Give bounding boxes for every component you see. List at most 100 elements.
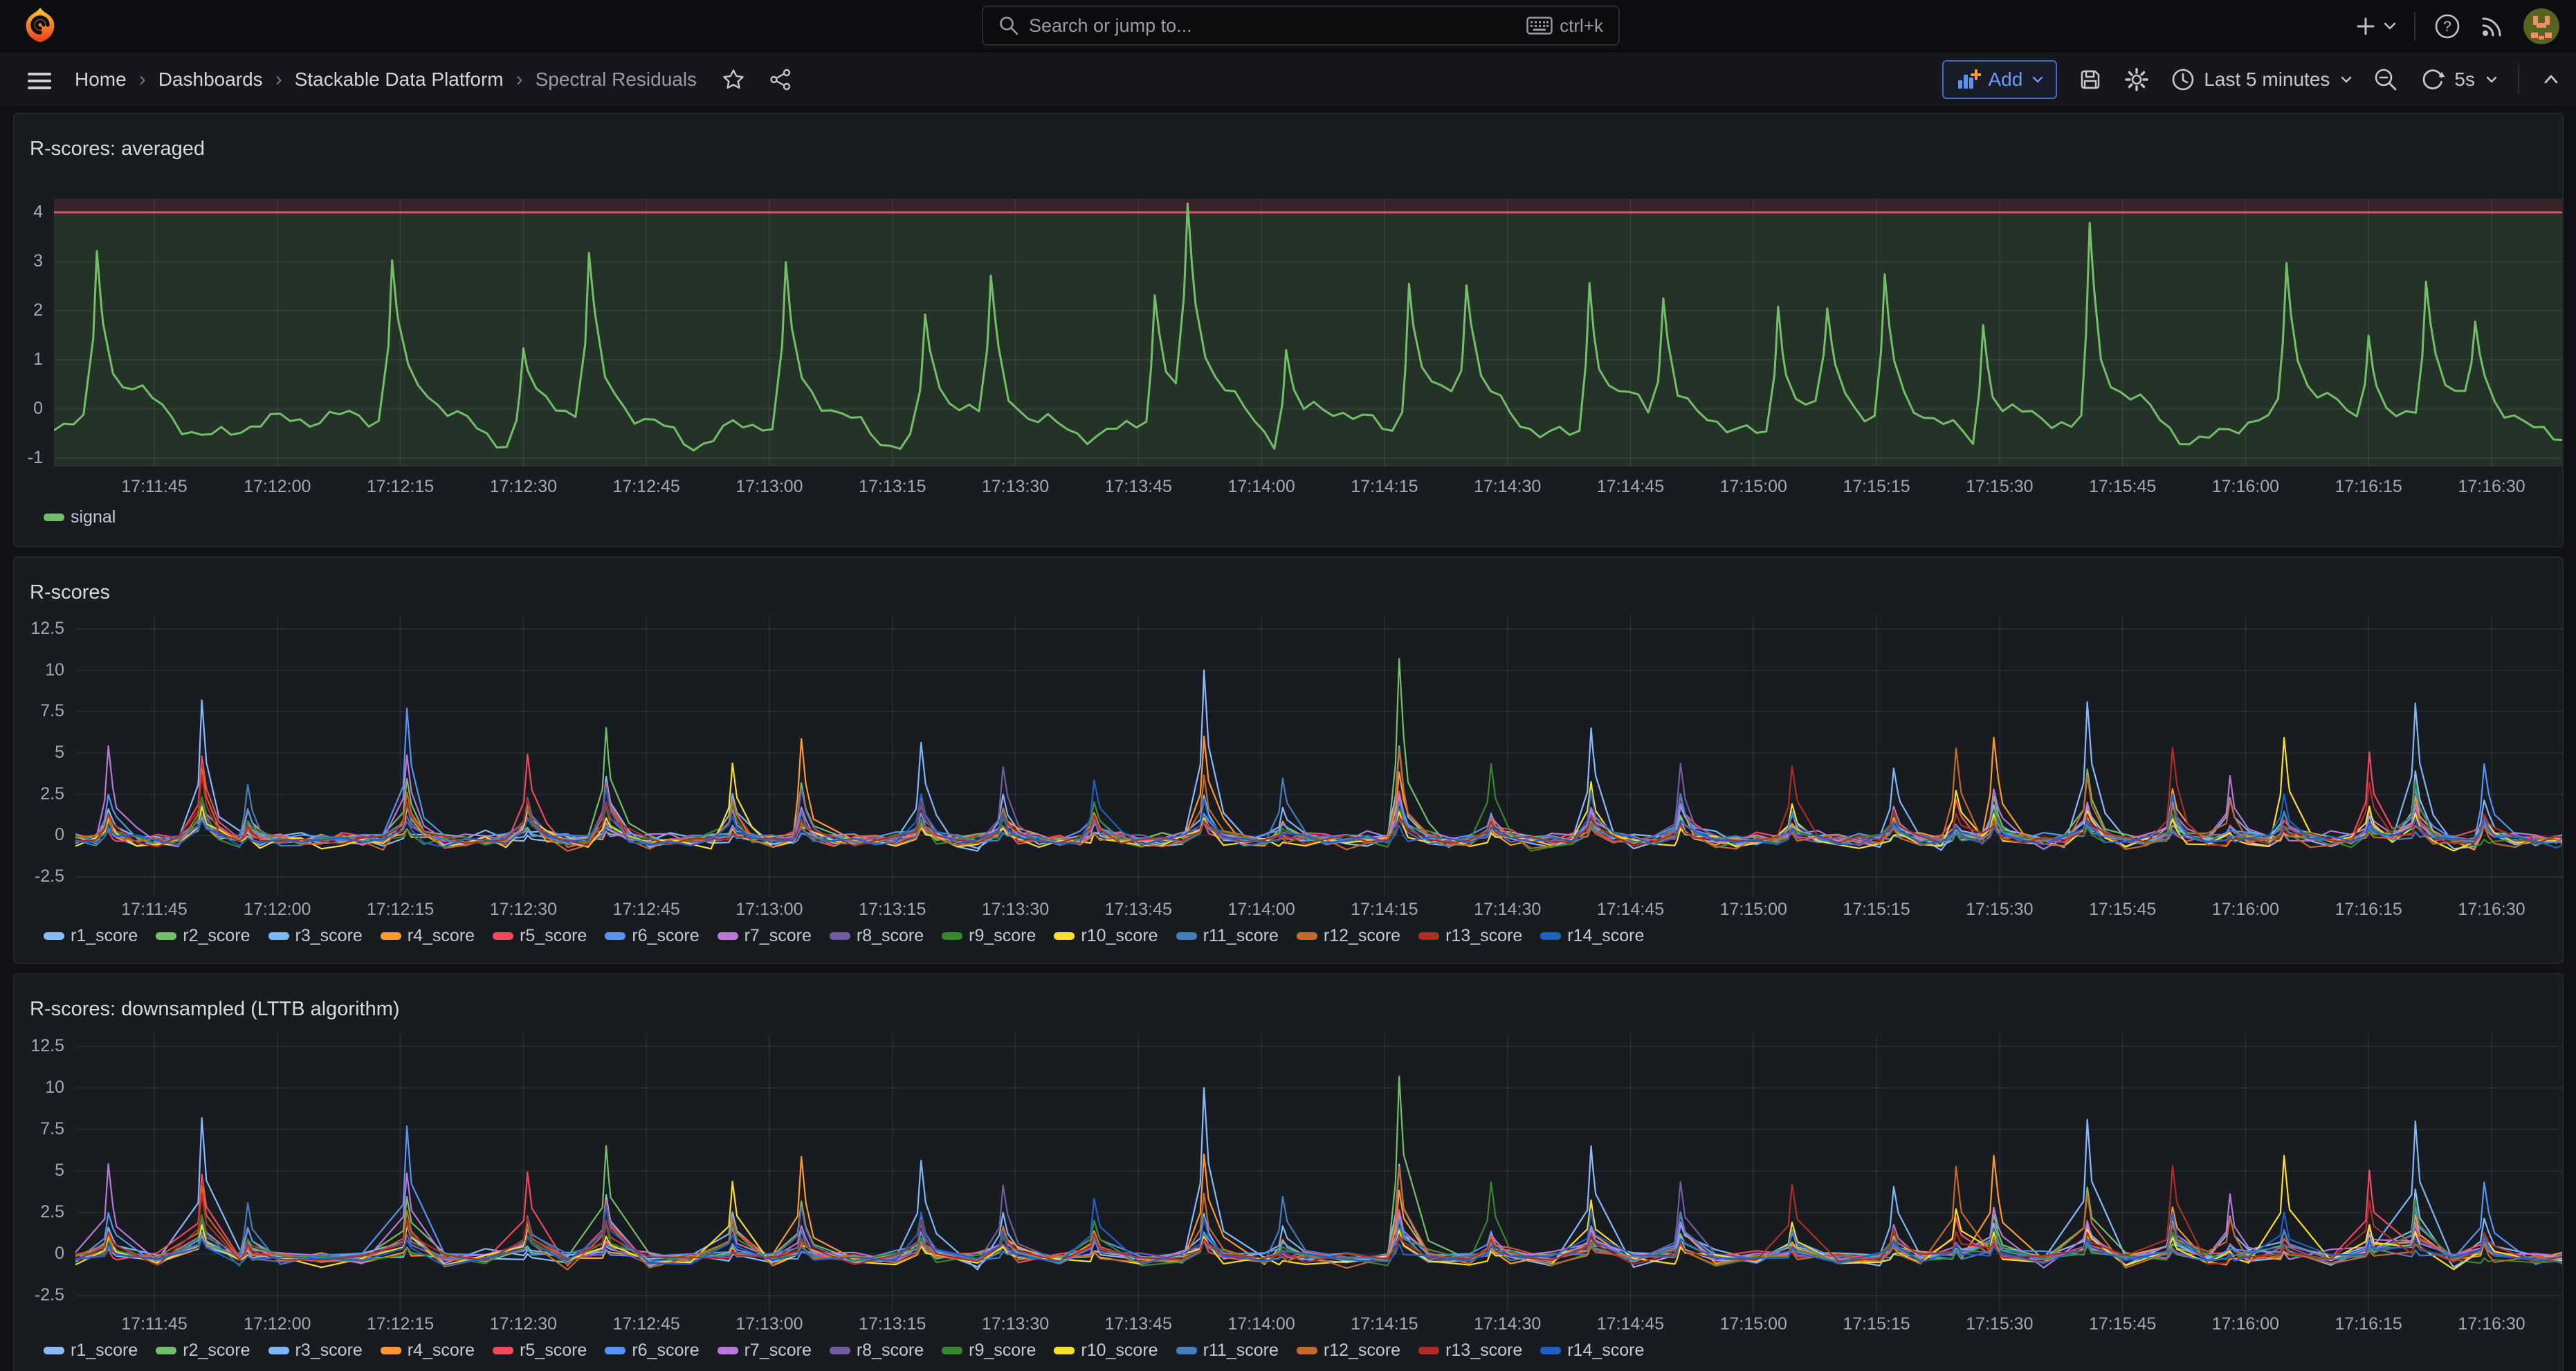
legend-label: r1_score (71, 926, 138, 946)
add-button[interactable]: Add (1942, 60, 2057, 99)
x-axis-tick-label: 17:15:00 (1695, 900, 1812, 920)
search-icon (998, 15, 1019, 36)
news-button[interactable] (2479, 13, 2505, 39)
legend-swatch (830, 932, 850, 940)
x-axis-tick-label: 17:14:30 (1449, 1314, 1566, 1334)
help-icon: ? (2433, 12, 2461, 40)
legend-item-r2_score[interactable]: r2_score (156, 926, 250, 946)
legend-item-r9_score[interactable]: r9_score (942, 1341, 1036, 1361)
legend-label: r8_score (857, 1341, 924, 1361)
legend-item-r13_score[interactable]: r13_score (1418, 926, 1522, 946)
legend-label: r11_score (1203, 1341, 1279, 1361)
y-axis-tick-label: 10 (15, 660, 64, 680)
x-axis-tick-label: 17:11:45 (95, 1314, 213, 1334)
dashboard-toolbar: Home Dashboards Stackable Data Platform … (0, 52, 2576, 107)
grafana-dashboard: { "topbar": { "search": { "placeholder":… (0, 0, 2576, 1371)
legend-item-r7_score[interactable]: r7_score (718, 926, 812, 946)
y-axis-tick-label: 1 (15, 349, 43, 370)
collapse-toolbar-button[interactable] (2540, 69, 2562, 91)
threshold-region-above (54, 199, 2564, 212)
caret-down-icon (2486, 76, 2497, 83)
legend-item-r14_score[interactable]: r14_score (1540, 926, 1644, 946)
panel-chart[interactable] (15, 974, 2564, 1371)
save-dashboard-button[interactable] (2078, 67, 2103, 92)
legend-item-r11_score[interactable]: r11_score (1176, 926, 1279, 946)
legend-item-r5_score[interactable]: r5_score (493, 926, 587, 946)
legend-swatch (156, 932, 176, 940)
help-button[interactable]: ? (2433, 12, 2461, 40)
legend-swatch (1297, 932, 1317, 940)
legend-item-r5_score[interactable]: r5_score (493, 1341, 587, 1361)
y-axis-tick-label: 12.5 (15, 619, 64, 639)
x-axis-tick-label: 17:13:30 (957, 1314, 1075, 1334)
breadcrumb-folder[interactable]: Stackable Data Platform (295, 69, 504, 91)
zoom-out-button[interactable] (2373, 66, 2399, 93)
breadcrumb-dashboards[interactable]: Dashboards (158, 69, 263, 91)
new-button[interactable] (2355, 15, 2396, 37)
x-axis-tick-label: 17:15:45 (2064, 900, 2182, 920)
topbar-divider (2414, 12, 2415, 41)
legend-item-r4_score[interactable]: r4_score (381, 926, 475, 946)
refresh-interval-label: 5s (2454, 69, 2475, 91)
legend-item-r13_score[interactable]: r13_score (1418, 1341, 1522, 1361)
legend-swatch (268, 1347, 289, 1354)
refresh-picker[interactable]: 5s (2420, 66, 2497, 93)
legend-item-r14_score[interactable]: r14_score (1540, 1341, 1644, 1361)
legend-item-r1_score[interactable]: r1_score (44, 926, 138, 946)
legend-item-r3_score[interactable]: r3_score (268, 926, 363, 946)
series-line-r2_score (75, 1076, 2564, 1264)
legend-item-r10_score[interactable]: r10_score (1054, 926, 1158, 946)
legend-item-r4_score[interactable]: r4_score (381, 1341, 475, 1361)
y-axis-tick-label: 7.5 (15, 1119, 64, 1139)
search-input[interactable]: Search or jump to... ctrl+k (982, 6, 1620, 46)
legend-item-r11_score[interactable]: r11_score (1176, 1341, 1279, 1361)
legend-label: r9_score (969, 926, 1036, 946)
x-axis-tick-label: 17:15:15 (1818, 477, 1935, 497)
x-axis-tick-label: 17:16:15 (2310, 900, 2427, 920)
legend-swatch (381, 932, 401, 940)
x-axis-tick-label: 17:13:30 (957, 900, 1075, 920)
bar-chart-plus-icon (1956, 69, 1981, 91)
x-axis-tick-label: 17:12:15 (342, 477, 459, 497)
panel-r-scores-downsampled: R-scores: downsampled (LTTB algorithm) 1… (13, 973, 2564, 1371)
legend-item-signal[interactable]: signal (44, 507, 116, 527)
y-axis-tick-label: 2 (15, 300, 43, 320)
chevron-up-icon (2540, 69, 2562, 91)
time-range-picker[interactable]: Last 5 minutes (2171, 67, 2352, 92)
legend-swatch (942, 932, 962, 940)
x-axis-tick-label: 17:11:45 (95, 477, 213, 497)
legend-label: r2_score (183, 926, 250, 946)
legend-item-r12_score[interactable]: r12_score (1297, 1341, 1400, 1361)
legend-item-r1_score[interactable]: r1_score (44, 1341, 138, 1361)
legend-item-r6_score[interactable]: r6_score (605, 1341, 699, 1361)
favorite-button[interactable] (722, 68, 745, 91)
legend-item-r10_score[interactable]: r10_score (1054, 1341, 1158, 1361)
share-button[interactable] (769, 68, 792, 91)
legend-item-r2_score[interactable]: r2_score (156, 1341, 250, 1361)
mega-menu-toggle[interactable] (28, 69, 54, 93)
breadcrumb: Home Dashboards Stackable Data Platform … (75, 52, 792, 107)
user-avatar[interactable] (2523, 8, 2559, 44)
legend-item-r9_score[interactable]: r9_score (942, 926, 1036, 946)
legend-item-r6_score[interactable]: r6_score (605, 926, 699, 946)
search-shortcut: ctrl+k (1526, 15, 1603, 37)
legend-item-r8_score[interactable]: r8_score (830, 1341, 924, 1361)
dashboard-settings-button[interactable] (2123, 66, 2150, 93)
grafana-logo[interactable] (21, 6, 60, 44)
legend-label: signal (71, 507, 116, 527)
legend-label: r10_score (1081, 1341, 1158, 1361)
legend-item-r8_score[interactable]: r8_score (830, 926, 924, 946)
legend-swatch (1054, 932, 1075, 940)
x-axis-tick-label: 17:12:30 (464, 477, 582, 497)
legend-swatch (493, 1347, 513, 1354)
plus-icon (2355, 15, 2377, 37)
breadcrumb-home[interactable]: Home (75, 69, 127, 91)
x-axis-tick-label: 17:16:15 (2310, 477, 2427, 497)
legend-item-r7_score[interactable]: r7_score (718, 1341, 812, 1361)
x-axis-tick-label: 17:13:30 (957, 477, 1075, 497)
legend-item-r3_score[interactable]: r3_score (268, 1341, 363, 1361)
zoom-out-icon (2373, 66, 2399, 93)
legend-swatch (1418, 932, 1439, 940)
x-axis-tick-label: 17:16:00 (2186, 1314, 2304, 1334)
legend-item-r12_score[interactable]: r12_score (1297, 926, 1400, 946)
